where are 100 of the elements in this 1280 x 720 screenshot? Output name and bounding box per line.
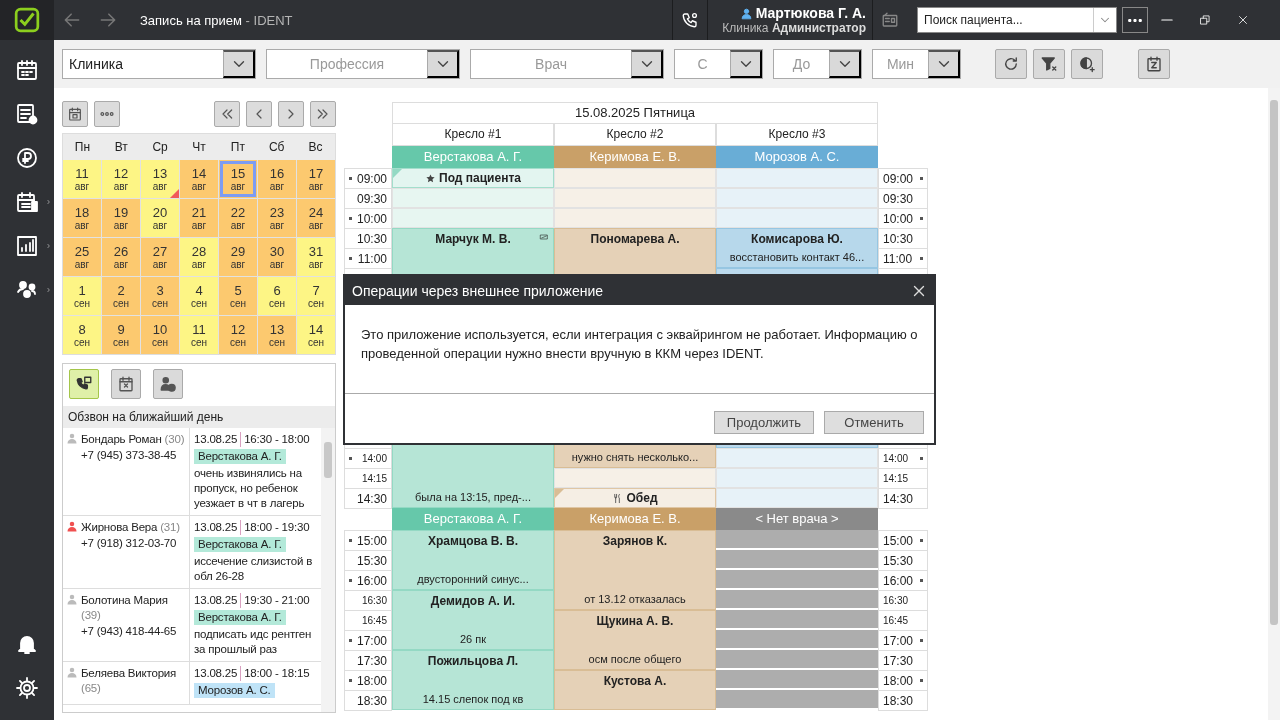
calendar-day[interactable]: 14 сен [297, 316, 335, 354]
dropdown-button[interactable] [223, 50, 255, 78]
appointment-block[interactable]: Демидов А. И. 26 пк [392, 590, 554, 650]
call-note: подписать идс рентген за прошлый раз [194, 627, 313, 657]
calendar-day[interactable]: 20 авг [141, 199, 179, 237]
calendar-day[interactable]: 10 сен [141, 316, 179, 354]
calendar-day[interactable]: 4 сен [180, 277, 218, 315]
calendar-cross-tab[interactable] [111, 369, 141, 399]
chevron-right-icon [46, 198, 51, 206]
dots-button[interactable] [94, 101, 120, 127]
calendar-day[interactable]: 12 авг [102, 160, 140, 198]
appointment-block[interactable]: Храмцова В. В. двусторонний синус... [392, 530, 554, 590]
calendar-day[interactable]: 30 авг [258, 238, 296, 276]
hour-marker [920, 539, 923, 542]
appointment-date: 13.08.25 [194, 593, 238, 608]
calendar-day[interactable]: 19 авг [102, 199, 140, 237]
calendar-button[interactable] [1138, 49, 1170, 79]
clear-filter-button[interactable] [1033, 49, 1065, 79]
calendar-day[interactable]: 2 сен [102, 277, 140, 315]
close-icon [1236, 13, 1250, 27]
dialog-button[interactable]: Отменить [824, 411, 924, 434]
refresh-icon [1002, 55, 1020, 73]
dropdown-button[interactable] [829, 50, 861, 78]
calendar-day[interactable]: 18 авг [63, 199, 101, 237]
reserved-slot[interactable]: Под пациента [392, 168, 554, 188]
chevron-right-icon [46, 242, 51, 250]
last-button[interactable] [310, 101, 336, 127]
call-list-title: Обзвон на ближайший день [63, 406, 335, 428]
patient-age: (30) [164, 433, 185, 445]
calendar-day[interactable]: 6 сен [258, 277, 296, 315]
first-button[interactable] [214, 101, 240, 127]
calendar-day[interactable]: 28 авг [180, 238, 218, 276]
patient-name[interactable]: Беляева Виктория [81, 667, 177, 679]
search-box[interactable]: Поиск пациента... [917, 7, 1117, 33]
refresh-button[interactable] [995, 49, 1027, 79]
scrollbar[interactable] [321, 428, 335, 712]
dropdown-button[interactable] [730, 50, 762, 78]
calendar-cross-icon [117, 375, 135, 393]
patient-name[interactable]: Бондарь Роман [81, 433, 162, 445]
lunch-slot[interactable]: Обед [554, 488, 716, 508]
calendar-day[interactable]: 14 авг [180, 160, 218, 198]
phone-calendar-tab[interactable] [69, 369, 99, 399]
calendar-day[interactable]: 25 авг [63, 238, 101, 276]
calendar-day[interactable]: 1 сен [63, 277, 101, 315]
patient-name: Зарянов К. [602, 533, 668, 549]
calendar-day[interactable]: 24 авг [297, 199, 335, 237]
phone-gear-icon [681, 11, 699, 29]
patient-name[interactable]: Болотина Мария [81, 594, 168, 606]
dropdown-button[interactable] [928, 50, 960, 78]
filter-dropdown[interactable]: До [773, 49, 862, 79]
today-button[interactable] [62, 101, 88, 127]
weekday-label: Сб [267, 140, 286, 154]
calendar-day[interactable]: 15 авг [219, 160, 257, 198]
calendar-day[interactable]: 13 авг [141, 160, 179, 198]
filter-dropdown[interactable]: Врач [470, 49, 664, 79]
calendar-day[interactable]: 8 сен [63, 316, 101, 354]
filter-dropdown[interactable]: С [674, 49, 763, 79]
appointment-block[interactable]: Кустова А. [554, 670, 716, 710]
calendar-day[interactable]: 21 авг [180, 199, 218, 237]
call-note: очень извинялись на пропуск, но ребенок уезжает в чт в лагерь [194, 466, 306, 511]
calendar-day[interactable]: 16 авг [258, 160, 296, 198]
clock-button[interactable] [1071, 49, 1103, 79]
filter-dropdown[interactable]: Профессия [266, 49, 460, 79]
dialog-button[interactable]: Продолжить [714, 411, 814, 434]
filter-dropdown[interactable]: Мин [872, 49, 961, 79]
dropdown-button[interactable] [631, 50, 663, 78]
calendar-day[interactable]: 13 сен [258, 316, 296, 354]
appointment-block[interactable]: Комисарова Ю. восстановить контакт 46... [716, 228, 878, 268]
calendar-day[interactable]: 7 сен [297, 277, 335, 315]
calendar-day[interactable]: 17 авг [297, 160, 335, 198]
scrollbar[interactable] [1268, 88, 1280, 720]
calendar-day[interactable]: 9 сен [102, 316, 140, 354]
person-icon [66, 593, 78, 606]
calendar-day[interactable]: 5 сен [219, 277, 257, 315]
doctor-header: Верстакова А. Г. [392, 508, 554, 530]
time-cell: 18:30 [878, 690, 928, 711]
appointment-block[interactable]: Пожильцова Л. 14.15 слепок под кв [392, 650, 554, 710]
patient-name[interactable]: Жирнова Вера [81, 521, 158, 533]
weekday-label: Пн [73, 140, 92, 154]
calendar-day[interactable]: 23 авг [258, 199, 296, 237]
hour-marker [920, 257, 923, 260]
calendar-day[interactable]: 27 авг [141, 238, 179, 276]
appointment-block[interactable]: Щукина А. В. осм после общего [554, 610, 716, 670]
person-clock-tab[interactable] [153, 369, 183, 399]
patient-name: Кустова А. [603, 673, 667, 689]
calendar-day[interactable]: 31 авг [297, 238, 335, 276]
calendar-day[interactable]: 12 сен [219, 316, 257, 354]
calendar-day[interactable]: 22 авг [219, 199, 257, 237]
appointment-note: восстановить контакт 46... [729, 250, 865, 265]
calendar-day[interactable]: 29 авг [219, 238, 257, 276]
filter-dropdown[interactable]: Клиника [62, 49, 256, 79]
more-button[interactable] [1122, 7, 1148, 33]
calendar-day[interactable]: 11 авг [63, 160, 101, 198]
calendar-day[interactable]: 11 сен [180, 316, 218, 354]
person-icon [66, 666, 78, 679]
clinic-name: Клиника [722, 21, 769, 35]
dropdown-button[interactable] [427, 50, 459, 78]
calendar-day[interactable]: 26 авг [102, 238, 140, 276]
person-clock-icon [159, 375, 177, 393]
calendar-day[interactable]: 3 сен [141, 277, 179, 315]
